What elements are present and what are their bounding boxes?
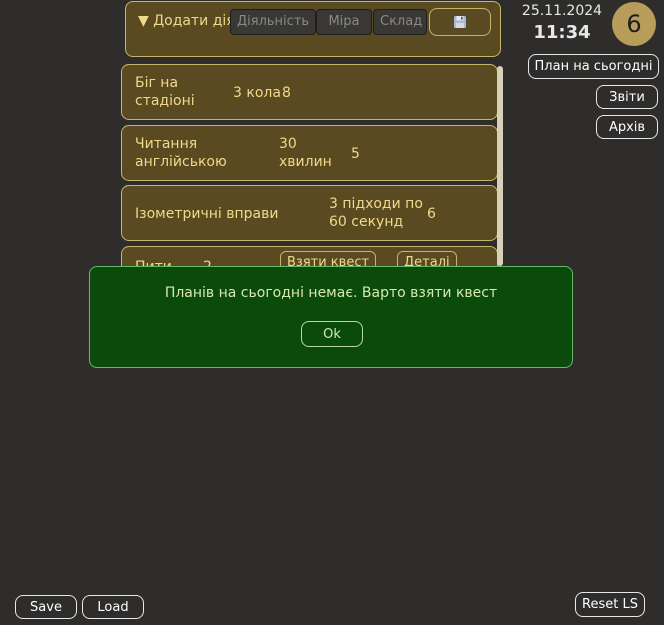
- activity-measure: 3 підходи по 60 секунд: [329, 196, 423, 230]
- notification-modal: Планів на сьогодні немає. Варто взяти кв…: [89, 266, 573, 368]
- reset-ls-button[interactable]: Reset LS: [575, 592, 645, 617]
- activity-value: 6: [427, 206, 436, 222]
- archive-button[interactable]: Архів: [596, 115, 658, 139]
- activity-name: Ізометричні вправи: [135, 206, 279, 222]
- measure-input-placeholder: Міра: [328, 14, 360, 29]
- activity-name: Біг на стадіоні: [135, 75, 195, 109]
- current-date: 25.11.2024: [521, 3, 603, 19]
- difficulty-input-placeholder: Склад: [380, 14, 423, 29]
- measure-input[interactable]: Міра: [316, 9, 372, 35]
- activity-row[interactable]: Ізометричні вправи 3 підходи по 60 секун…: [121, 185, 498, 241]
- activity-row[interactable]: Біг на стадіоні 3 кола 8: [121, 64, 498, 120]
- save-button[interactable]: Save: [15, 595, 77, 619]
- add-activity-panel: ▼ Додати діяльність Діяльність Міра Скла…: [125, 1, 501, 57]
- level-badge: 6: [612, 2, 656, 46]
- activity-measure: 30 хвилин: [279, 136, 332, 170]
- activity-measure: 3 кола: [233, 85, 281, 101]
- modal-ok-button[interactable]: Ok: [301, 321, 363, 347]
- activity-list-scrollbar[interactable]: [497, 66, 505, 266]
- plan-today-button[interactable]: План на сьогодні: [528, 54, 659, 79]
- modal-message: Планів на сьогодні немає. Варто взяти кв…: [164, 285, 498, 301]
- scrollbar-thumb[interactable]: [497, 66, 503, 266]
- activity-value: 5: [351, 146, 360, 162]
- current-time: 11:34: [533, 22, 591, 43]
- activity-name: Читання англійською: [135, 136, 227, 170]
- reports-button[interactable]: Звіти: [596, 85, 658, 109]
- activity-row[interactable]: Читання англійською 30 хвилин 5: [121, 125, 498, 181]
- activity-input[interactable]: Діяльність: [230, 9, 316, 35]
- save-activity-button[interactable]: [429, 8, 491, 36]
- collapse-toggle-icon: ▼: [138, 13, 149, 29]
- floppy-disk-icon: [454, 16, 466, 28]
- difficulty-input[interactable]: Склад: [373, 9, 427, 35]
- activity-value: 8: [282, 85, 291, 101]
- load-button[interactable]: Load: [82, 595, 144, 619]
- activity-input-placeholder: Діяльність: [237, 14, 310, 29]
